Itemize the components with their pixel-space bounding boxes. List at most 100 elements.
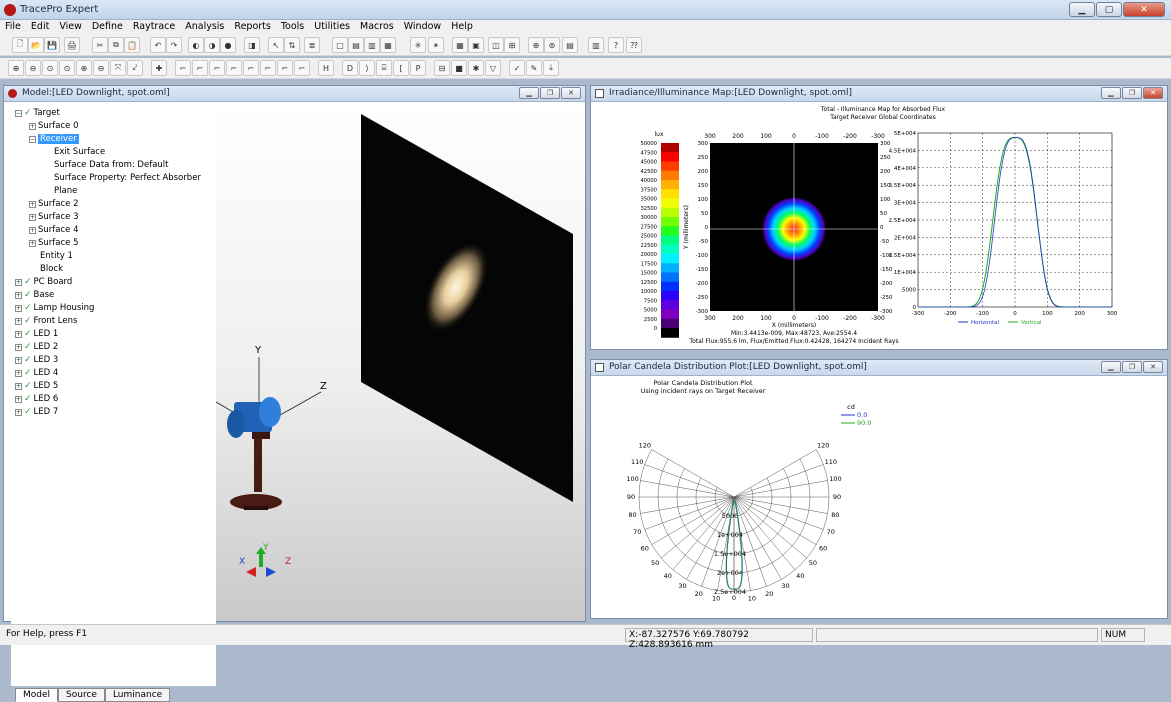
tree-item[interactable]: + ✓ LED 2	[15, 341, 58, 353]
tree-item[interactable]: + Surface 0	[29, 120, 79, 132]
menu-define[interactable]: Define	[87, 20, 128, 35]
expand-icon[interactable]: +	[15, 343, 22, 351]
view-toolbar-button-30-icon[interactable]: ⤓	[543, 60, 559, 76]
view-toolbar-button-12-icon[interactable]: ⌐	[209, 60, 225, 76]
polar-plot[interactable]: Polar Candela Distribution PlotUsing inc…	[593, 377, 1165, 617]
expand-icon[interactable]: +	[15, 291, 22, 299]
view-toolbar-button-14-icon[interactable]: ⌐	[243, 60, 259, 76]
tree-item[interactable]: + ✓ Lamp Housing	[15, 302, 94, 314]
view-toolbar-button-25-icon[interactable]: ■	[451, 60, 467, 76]
toolbar-button-25-icon[interactable]: ◫	[488, 37, 504, 53]
expand-icon[interactable]: +	[29, 226, 36, 234]
model-viewport[interactable]: Y Z X Y Z	[216, 102, 585, 621]
tab-source[interactable]: Source	[58, 688, 105, 702]
maximize-button[interactable]: ▢	[1096, 2, 1122, 17]
toolbar-button-8-icon[interactable]: ↶	[150, 37, 166, 53]
view-toolbar-button-29-icon[interactable]: ✎	[526, 60, 542, 76]
view-toolbar-button-1-icon[interactable]: ⊕	[8, 60, 24, 76]
close-button[interactable]: ✕	[1123, 2, 1165, 17]
tree-item[interactable]: Surface Property: Perfect Absorber	[43, 172, 201, 184]
expand-icon[interactable]: +	[15, 317, 22, 325]
view-toolbar-button-2-icon[interactable]: ⊖	[25, 60, 41, 76]
view-toolbar-button-3-icon[interactable]: ⊙	[42, 60, 58, 76]
menu-reports[interactable]: Reports	[229, 20, 275, 35]
irr-close-button[interactable]: ✕	[1143, 87, 1163, 99]
tree-item[interactable]: + Surface 5	[29, 237, 79, 249]
toolbar-button-31-icon[interactable]: ?	[608, 37, 624, 53]
toolbar-button-29-icon[interactable]: ▤	[562, 37, 578, 53]
toolbar-button-18-icon[interactable]: ▤	[348, 37, 364, 53]
view-toolbar-button-10-icon[interactable]: ⌐	[175, 60, 191, 76]
toolbar-button-11-icon[interactable]: ◑	[204, 37, 220, 53]
menu-utilities[interactable]: Utilities	[309, 20, 355, 35]
menu-help[interactable]: Help	[446, 20, 478, 35]
menu-analysis[interactable]: Analysis	[180, 20, 229, 35]
view-toolbar-button-21-icon[interactable]: ⌸	[376, 60, 392, 76]
polar-restore-button[interactable]: ❐	[1122, 361, 1142, 373]
tree-item[interactable]: + Surface 2	[29, 198, 79, 210]
view-toolbar-button-20-icon[interactable]: ⟩	[359, 60, 375, 76]
expand-icon[interactable]: +	[15, 408, 22, 416]
tree-item[interactable]: + ✓ PC Board	[15, 276, 72, 288]
tree-item[interactable]: + ✓ Front Lens	[15, 315, 77, 327]
view-toolbar-button-9-icon[interactable]: ✚	[151, 60, 167, 76]
tab-model[interactable]: Model	[15, 688, 59, 702]
toolbar-button-3-icon[interactable]: 💾	[44, 37, 60, 53]
toolbar-button-20-icon[interactable]: ▦	[380, 37, 396, 53]
tree-item[interactable]: Plane	[43, 185, 77, 197]
expand-icon[interactable]: +	[15, 304, 22, 312]
view-toolbar-button-23-icon[interactable]: P	[410, 60, 426, 76]
toolbar-button-9-icon[interactable]: ↷	[166, 37, 182, 53]
toolbar-button-24-icon[interactable]: ▣	[468, 37, 484, 53]
expand-icon[interactable]: +	[29, 200, 36, 208]
menu-macros[interactable]: Macros	[355, 20, 399, 35]
view-toolbar-button-11-icon[interactable]: ⌐	[192, 60, 208, 76]
view-toolbar-button-28-icon[interactable]: ✓	[509, 60, 525, 76]
menu-window[interactable]: Window	[399, 20, 446, 35]
tree-item[interactable]: + ✓ LED 4	[15, 367, 58, 379]
toolbar-button-21-icon[interactable]: ✳	[410, 37, 426, 53]
irradiance-plot[interactable]: Total - Illuminance Map for Absorbed Flu…	[593, 103, 1165, 349]
view-toolbar-button-18-icon[interactable]: H	[318, 60, 334, 76]
toolbar-button-22-icon[interactable]: ✴	[428, 37, 444, 53]
irr-minimize-button[interactable]: ▁	[1101, 87, 1121, 99]
view-toolbar-button-7-icon[interactable]: ⤧	[110, 60, 126, 76]
expand-icon[interactable]: +	[15, 395, 22, 403]
expand-icon[interactable]: +	[15, 382, 22, 390]
tree-item[interactable]: Block	[29, 263, 63, 275]
menu-file[interactable]: File	[0, 20, 26, 35]
expand-icon[interactable]: +	[15, 369, 22, 377]
view-toolbar-button-27-icon[interactable]: ▽	[485, 60, 501, 76]
view-toolbar-button-8-icon[interactable]: ⤦	[127, 60, 143, 76]
expand-icon[interactable]: +	[15, 278, 22, 286]
toolbar-button-32-icon[interactable]: ⁇	[626, 37, 642, 53]
view-toolbar-button-5-icon[interactable]: ⊕	[76, 60, 92, 76]
toolbar-button-14-icon[interactable]: ↖	[268, 37, 284, 53]
toolbar-button-26-icon[interactable]: ⊞	[504, 37, 520, 53]
toolbar-button-1-icon[interactable]: 🗋	[12, 37, 28, 53]
toolbar-button-2-icon[interactable]: 📂	[28, 37, 44, 53]
toolbar-button-17-icon[interactable]: ▢	[332, 37, 348, 53]
toolbar-button-7-icon[interactable]: 📋	[124, 37, 140, 53]
tree-item[interactable]: Exit Surface	[43, 146, 105, 158]
model-close-button[interactable]: ✕	[561, 87, 581, 99]
minimize-button[interactable]: ▁	[1069, 2, 1095, 17]
toolbar-button-10-icon[interactable]: ◐	[188, 37, 204, 53]
tree-item[interactable]: + ✓ LED 5	[15, 380, 58, 392]
collapse-icon[interactable]: −	[15, 109, 22, 117]
toolbar-button-12-icon[interactable]: ●	[220, 37, 236, 53]
expand-icon[interactable]: +	[29, 239, 36, 247]
toolbar-button-4-icon[interactable]: 🖨	[64, 37, 80, 53]
tree-item[interactable]: + ✓ LED 1	[15, 328, 58, 340]
model-minimize-button[interactable]: ▁	[519, 87, 539, 99]
menu-edit[interactable]: Edit	[26, 20, 54, 35]
tree-item[interactable]: + ✓ LED 6	[15, 393, 58, 405]
view-toolbar-button-15-icon[interactable]: ⌐	[260, 60, 276, 76]
menu-view[interactable]: View	[54, 20, 87, 35]
view-toolbar-button-4-icon[interactable]: ⊙	[59, 60, 75, 76]
tree-item[interactable]: + Surface 3	[29, 211, 79, 223]
view-toolbar-button-19-icon[interactable]: D	[342, 60, 358, 76]
toolbar-button-13-icon[interactable]: ◨	[244, 37, 260, 53]
tree-item[interactable]: − ✓ Target	[15, 107, 60, 119]
toolbar-button-6-icon[interactable]: ⧉	[108, 37, 124, 53]
